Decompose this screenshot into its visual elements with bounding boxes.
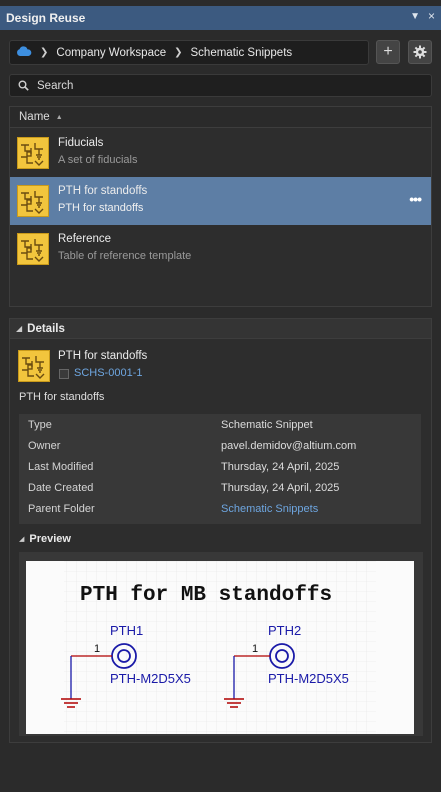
details-header[interactable]: ◢ Details bbox=[10, 319, 431, 339]
property-key: Type bbox=[28, 419, 52, 431]
property-value: Schematic Snippet bbox=[221, 419, 313, 431]
pin-number: 1 bbox=[252, 643, 258, 655]
property-key: Owner bbox=[28, 440, 61, 452]
chevron-right-icon: ❯ bbox=[174, 47, 183, 58]
panel-titlebar: Design Reuse ▼ × bbox=[0, 6, 441, 30]
schematic-preview: PTH for MB standoffs PTH1 1 PTH-M2D5X5 P… bbox=[26, 561, 414, 734]
schematic-snippet-icon bbox=[18, 350, 50, 385]
schematic-snippet-icon bbox=[17, 233, 49, 268]
property-row: Last Modified Thursday, 24 April, 2025 bbox=[19, 456, 421, 477]
property-value: Thursday, 24 April, 2025 bbox=[221, 461, 340, 473]
preview-header-label: Preview bbox=[29, 533, 71, 545]
collapse-icon: ◢ bbox=[16, 324, 23, 333]
gear-icon bbox=[413, 45, 427, 59]
parent-folder-link[interactable]: Schematic Snippets bbox=[221, 503, 318, 515]
preview-title: PTH for MB standoffs bbox=[80, 584, 332, 607]
part-footprint: PTH-M2D5X5 bbox=[268, 671, 349, 686]
close-icon[interactable]: × bbox=[428, 9, 435, 23]
schematic-snippet-icon bbox=[17, 137, 49, 172]
plus-icon: + bbox=[383, 43, 393, 60]
property-key: Parent Folder bbox=[28, 503, 95, 515]
list-item-description: A set of fiducials bbox=[58, 154, 138, 166]
property-row: Date Created Thursday, 24 April, 2025 bbox=[19, 477, 421, 498]
details-header-label: Details bbox=[27, 322, 65, 335]
part-footprint: PTH-M2D5X5 bbox=[110, 671, 191, 686]
preview-header[interactable]: ◢ Preview bbox=[19, 533, 71, 545]
property-row: Owner pavel.demidov@altium.com bbox=[19, 435, 421, 456]
list-item[interactable]: Fiducials A set of fiducials bbox=[10, 129, 431, 177]
item-checkbox[interactable] bbox=[59, 369, 69, 379]
panel-title: Design Reuse bbox=[6, 11, 86, 25]
list-item-title: Reference bbox=[58, 233, 112, 245]
preview-area: PTH for MB standoffs PTH1 1 PTH-M2D5X5 P… bbox=[19, 552, 423, 736]
breadcrumb: ❯ Company Workspace ❯ Schematic Snippets bbox=[9, 40, 369, 65]
search-placeholder: Search bbox=[37, 79, 74, 92]
collapse-icon: ◢ bbox=[19, 536, 25, 543]
snippet-list: Name ▲ Fiducials A set of fiducials PTH … bbox=[9, 106, 432, 307]
list-item-title: Fiducials bbox=[58, 137, 104, 149]
part-designator: PTH2 bbox=[268, 623, 301, 638]
breadcrumb-workspace[interactable]: Company Workspace bbox=[56, 47, 166, 59]
list-item-description: Table of reference template bbox=[58, 250, 192, 262]
more-options-icon[interactable]: ••• bbox=[409, 191, 422, 207]
property-key: Last Modified bbox=[28, 461, 94, 473]
panel-menu-icon[interactable]: ▼ bbox=[410, 11, 420, 22]
column-header-name[interactable]: Name ▲ bbox=[10, 107, 431, 128]
details-description: PTH for standoffs bbox=[19, 391, 105, 403]
search-input[interactable]: Search bbox=[9, 74, 432, 97]
item-id-link[interactable]: SCHS-0001-1 bbox=[74, 367, 142, 379]
property-row: Type Schematic Snippet bbox=[19, 414, 421, 435]
search-icon bbox=[18, 80, 29, 91]
property-key: Date Created bbox=[28, 482, 94, 494]
properties-table: Type Schematic Snippet Owner pavel.demid… bbox=[19, 414, 421, 524]
add-button[interactable]: + bbox=[376, 40, 400, 64]
part-designator: PTH1 bbox=[110, 623, 143, 638]
property-row: Parent Folder Schematic Snippets bbox=[19, 498, 421, 519]
chevron-right-icon: ❯ bbox=[40, 47, 49, 58]
property-value: pavel.demidov@altium.com bbox=[221, 440, 357, 452]
column-header-label: Name bbox=[19, 111, 50, 123]
details-panel: ◢ Details PTH for standoffs SCHS-0001-1 … bbox=[9, 318, 432, 743]
breadcrumb-folder[interactable]: Schematic Snippets bbox=[191, 47, 293, 59]
settings-button[interactable] bbox=[408, 40, 432, 64]
sort-up-icon: ▲ bbox=[55, 113, 63, 121]
details-item-name: PTH for standoffs bbox=[58, 350, 148, 362]
list-item[interactable]: Reference Table of reference template bbox=[10, 225, 431, 273]
pin-number: 1 bbox=[94, 643, 100, 655]
list-item-title: PTH for standoffs bbox=[58, 185, 148, 197]
property-value: Thursday, 24 April, 2025 bbox=[221, 482, 340, 494]
list-item-selected[interactable]: PTH for standoffs PTH for standoffs ••• bbox=[10, 177, 431, 225]
schematic-snippet-icon bbox=[17, 185, 49, 220]
list-item-description: PTH for standoffs bbox=[58, 202, 144, 214]
cloud-icon bbox=[16, 45, 32, 60]
